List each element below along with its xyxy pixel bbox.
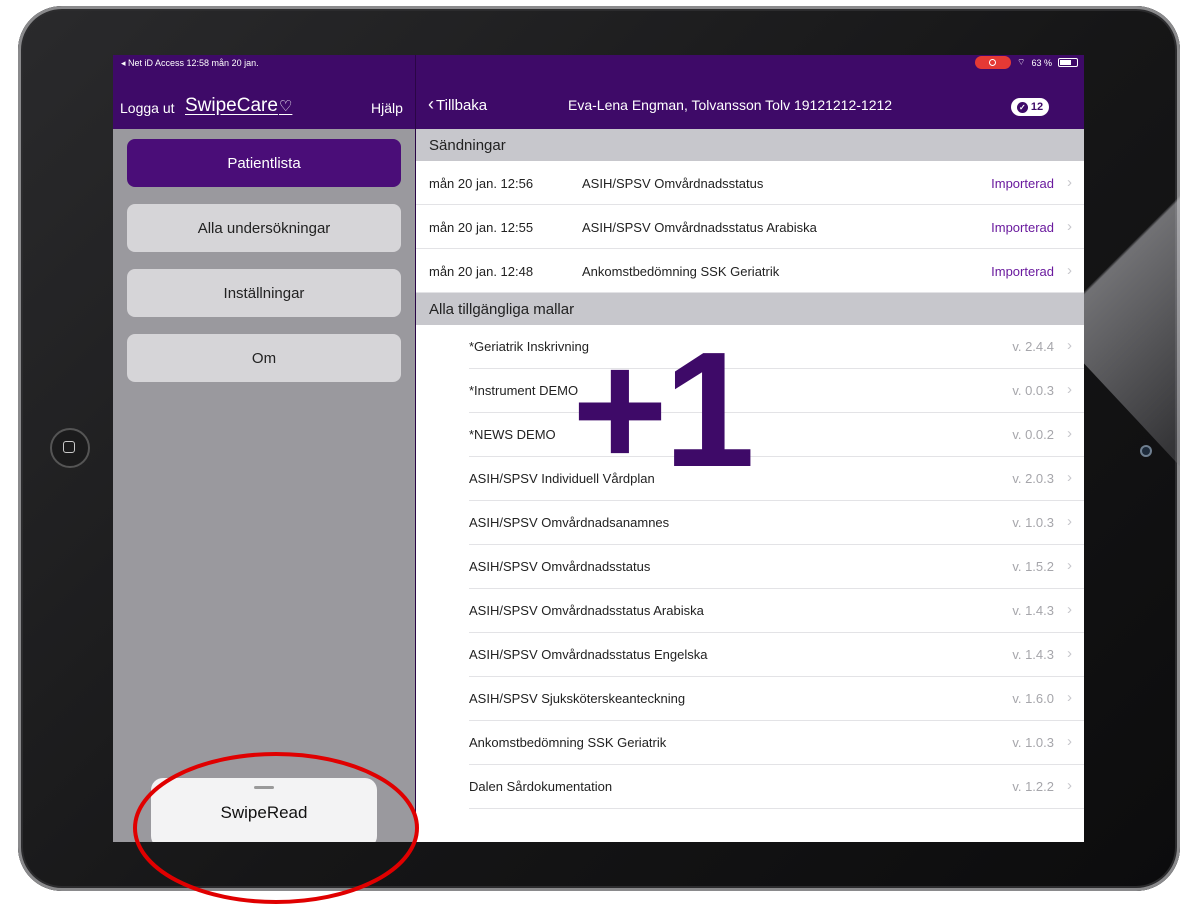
- chevron-right-icon: ›: [1067, 469, 1072, 486]
- template-name: ASIH/SPSV Omvårdnadsanamnes: [469, 515, 670, 530]
- template-row[interactable]: ASIH/SPSV Omvårdnadsanamnes v. 1.0.3 ›: [416, 501, 1084, 545]
- chevron-right-icon: ›: [1067, 174, 1072, 191]
- sidebar-header: Logga ut SwipeCare♡ Hjälp: [113, 72, 415, 129]
- sending-row[interactable]: mån 20 jan. 12:55 ASIH/SPSV Omvårdnadsst…: [416, 205, 1084, 249]
- status-left-text: ◂ Net iD Access 12:58 mån 20 jan.: [121, 58, 259, 68]
- status-right: ⌔ 63 %: [975, 56, 1078, 69]
- sending-row[interactable]: mån 20 jan. 12:56 ASIH/SPSV Omvårdnadsst…: [416, 161, 1084, 205]
- sending-row[interactable]: mån 20 jan. 12:48 Ankomstbedömning SSK G…: [416, 249, 1084, 293]
- template-version: v. 1.4.3: [1012, 603, 1054, 618]
- chevron-right-icon: ›: [1067, 689, 1072, 706]
- home-button[interactable]: [50, 428, 90, 468]
- sending-date: mån 20 jan. 12:56: [429, 176, 534, 191]
- sending-date: mån 20 jan. 12:55: [429, 220, 534, 235]
- plus-one-overlay: +1: [572, 318, 755, 501]
- drag-handle[interactable]: [254, 786, 274, 789]
- template-version: v. 0.0.2: [1012, 427, 1054, 442]
- template-row[interactable]: Dalen Sårdokumentation v. 1.2.2 ›: [416, 765, 1084, 809]
- chevron-right-icon: ›: [1067, 425, 1072, 442]
- template-version: v. 1.0.3: [1012, 735, 1054, 750]
- chevron-right-icon: ›: [1067, 337, 1072, 354]
- sidebar-item-alla-undersokningar[interactable]: Alla undersökningar: [127, 204, 401, 252]
- chevron-right-icon: ›: [1067, 777, 1072, 794]
- template-name: *Geriatrik Inskrivning: [469, 339, 589, 354]
- heart-icon: ♡: [278, 98, 293, 115]
- battery-icon: [1058, 58, 1078, 67]
- section-title: Alla tillgängliga mallar: [429, 301, 575, 318]
- logo-text: SwipeCare: [185, 95, 278, 116]
- battery-percent: 63 %: [1031, 57, 1052, 68]
- sendings-count-badge[interactable]: ✓ 12: [1011, 98, 1049, 116]
- back-label: Tillbaka: [436, 97, 488, 114]
- template-name: *NEWS DEMO: [469, 427, 556, 442]
- logout-button[interactable]: Logga ut: [120, 100, 175, 116]
- sending-date: mån 20 jan. 12:48: [429, 264, 534, 279]
- sending-name: ASIH/SPSV Omvårdnadsstatus Arabiska: [582, 220, 817, 235]
- template-name: *Instrument DEMO: [469, 383, 579, 398]
- sidebar-item-om[interactable]: Om: [127, 334, 401, 382]
- template-version: v. 2.0.3: [1012, 471, 1054, 486]
- sending-status: Importerad: [991, 264, 1054, 279]
- template-version: v. 0.0.3: [1012, 383, 1054, 398]
- template-row[interactable]: ASIH/SPSV Omvårdnadsstatus Engelska v. 1.…: [416, 633, 1084, 677]
- template-name: ASIH/SPSV Omvårdnadsstatus: [469, 559, 651, 574]
- back-button[interactable]: ‹ Tillbaka: [428, 94, 487, 115]
- template-name: ASIH/SPSV Omvårdnadsstatus Arabiska: [469, 603, 704, 618]
- sidebar: Patientlista Alla undersökningar Inställ…: [113, 129, 415, 842]
- section-title: Sändningar: [429, 137, 506, 154]
- template-row[interactable]: ASIH/SPSV Sjuksköterskeanteckning v. 1.6.…: [416, 677, 1084, 721]
- template-version: v. 1.4.3: [1012, 647, 1054, 662]
- template-version: v. 2.4.4: [1012, 339, 1054, 354]
- screen-recording-icon: [975, 56, 1012, 69]
- section-header-sendings: Sändningar: [416, 129, 1084, 161]
- wifi-icon: ⌔: [1017, 57, 1026, 67]
- chevron-right-icon: ›: [1067, 513, 1072, 530]
- chevron-right-icon: ›: [1067, 262, 1072, 279]
- template-row[interactable]: Ankomstbedömning SSK Geriatrik v. 1.0.3 ›: [416, 721, 1084, 765]
- template-name: ASIH/SPSV Sjuksköterskeanteckning: [469, 691, 686, 706]
- status-bar: ◂ Net iD Access 12:58 mån 20 jan. ⌔ 63 %: [113, 55, 1084, 72]
- badge-count: 12: [1030, 101, 1044, 113]
- sending-name: Ankomstbedömning SSK Geriatrik: [582, 264, 780, 279]
- help-button[interactable]: Hjälp: [371, 100, 403, 116]
- chevron-right-icon: ›: [1067, 733, 1072, 750]
- chevron-right-icon: ›: [1067, 218, 1072, 235]
- template-name: ASIH/SPSV Omvårdnadsstatus Engelska: [469, 647, 708, 662]
- check-icon: ✓: [1016, 101, 1028, 113]
- sending-name: ASIH/SPSV Omvårdnadsstatus: [582, 176, 764, 191]
- camera-icon: [1142, 447, 1150, 455]
- template-row[interactable]: ASIH/SPSV Omvårdnadsstatus v. 1.5.2 ›: [416, 545, 1084, 589]
- sidebar-item-installningar[interactable]: Inställningar: [127, 269, 401, 317]
- detail-header: ‹ Tillbaka Eva-Lena Engman, Tolvansson To…: [416, 72, 1084, 129]
- sending-status: Importerad: [991, 176, 1054, 191]
- chevron-left-icon: ‹: [428, 94, 434, 114]
- template-name: Dalen Sårdokumentation: [469, 779, 613, 794]
- sending-status: Importerad: [991, 220, 1054, 235]
- chevron-right-icon: ›: [1067, 645, 1072, 662]
- sidebar-item-patientlista[interactable]: Patientlista: [127, 139, 401, 187]
- swipecare-logo: SwipeCare♡: [185, 95, 292, 117]
- swiperead-panel[interactable]: SwipeRead: [151, 778, 377, 842]
- home-square-icon: [63, 441, 75, 453]
- template-version: v. 1.0.3: [1012, 515, 1054, 530]
- template-row[interactable]: ASIH/SPSV Omvårdnadsstatus Arabiska v. 1.…: [416, 589, 1084, 633]
- template-version: v. 1.6.0: [1012, 691, 1054, 706]
- chevron-right-icon: ›: [1067, 601, 1072, 618]
- chevron-right-icon: ›: [1067, 381, 1072, 398]
- template-name: Ankomstbedömning SSK Geriatrik: [469, 735, 667, 750]
- swiperead-label: SwipeRead: [220, 803, 308, 822]
- template-version: v. 1.2.2: [1012, 779, 1054, 794]
- patient-title: Eva-Lena Engman, Tolvansson Tolv 1912121…: [568, 97, 893, 113]
- chevron-right-icon: ›: [1067, 557, 1072, 574]
- template-version: v. 1.5.2: [1012, 559, 1054, 574]
